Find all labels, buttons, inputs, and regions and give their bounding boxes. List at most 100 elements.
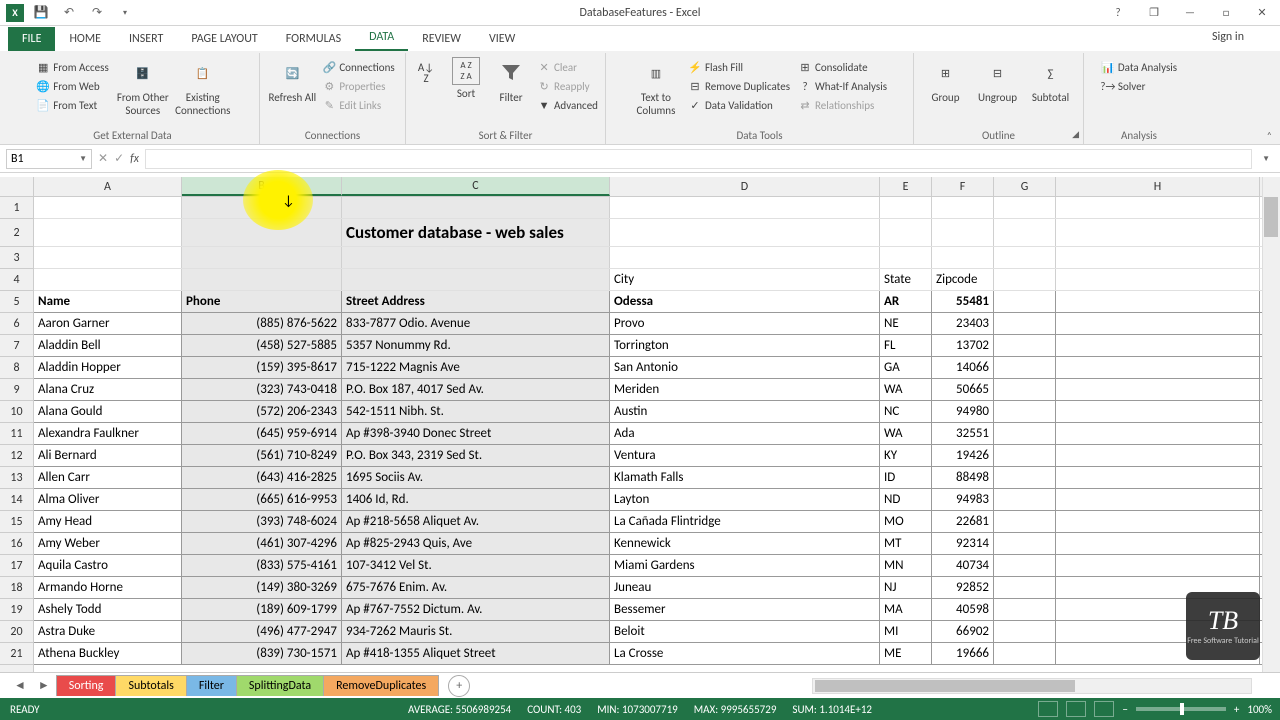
cell[interactable] [994,555,1056,576]
row-header-2[interactable]: 2 [0,219,33,247]
cell[interactable]: 107-3412 Vel St. [342,555,610,576]
tab-view[interactable]: VIEW [475,27,529,51]
cell[interactable] [610,219,880,246]
ribbon-display-icon[interactable]: ❐ [1140,3,1168,23]
row-header-11[interactable]: 11 [0,423,33,445]
cell[interactable] [994,335,1056,356]
cell[interactable]: Ap #767-7552 Dictum. Av. [342,599,610,620]
tab-file[interactable]: FILE [8,27,55,51]
row-header-12[interactable]: 12 [0,445,33,467]
help-icon[interactable]: ? [1104,3,1132,23]
cell[interactable]: Amy Weber [34,533,182,554]
cell[interactable]: Aladdin Hopper [34,357,182,378]
cell[interactable]: Allen Carr [34,467,182,488]
cell[interactable]: Amy Head [34,511,182,532]
cell[interactable]: 94983 [932,489,994,510]
data-validation-button[interactable]: ✓Data Validation [686,97,792,113]
cell[interactable] [1056,445,1260,466]
cell[interactable] [994,511,1056,532]
cell[interactable]: Alana Cruz [34,379,182,400]
cell[interactable]: (458) 527-5885 [182,335,342,356]
zoom-level[interactable]: 100% [1247,703,1272,716]
text-to-columns-button[interactable]: ▥Text to Columns [630,55,682,117]
cell[interactable]: Armando Horne [34,577,182,598]
cell[interactable]: Aladdin Bell [34,335,182,356]
data-analysis-button[interactable]: 📊Data Analysis [1099,59,1179,75]
cell[interactable]: La Cañada Flintridge [610,511,880,532]
cell[interactable]: Ali Bernard [34,445,182,466]
cell[interactable]: (572) 206-2343 [182,401,342,422]
save-icon[interactable]: 💾 [30,2,52,24]
cell[interactable] [182,247,342,268]
cell[interactable] [1056,247,1260,268]
row-header-18[interactable]: 18 [0,577,33,599]
cell[interactable] [182,269,342,290]
cell[interactable]: Meriden [610,379,880,400]
cell[interactable] [1056,197,1260,218]
select-all-button[interactable] [0,177,33,196]
cell[interactable]: (159) 395-8617 [182,357,342,378]
normal-view-button[interactable] [1038,701,1058,717]
cell[interactable]: (561) 710-8249 [182,445,342,466]
vscroll-thumb[interactable] [1264,197,1278,237]
cell[interactable] [1056,555,1260,576]
grid[interactable]: ABCDEFGH Customer database - web salesCi… [34,177,1280,672]
cell[interactable]: (833) 575-4161 [182,555,342,576]
row-header-7[interactable]: 7 [0,335,33,357]
sign-in-link[interactable]: Sign in [1212,30,1244,44]
tab-review[interactable]: REVIEW [408,27,475,51]
cell[interactable] [1056,379,1260,400]
row-header-8[interactable]: 8 [0,357,33,379]
cell[interactable]: 92852 [932,577,994,598]
cell[interactable] [994,533,1056,554]
cell[interactable]: 40734 [932,555,994,576]
row-header-10[interactable]: 10 [0,401,33,423]
group-button[interactable]: ⊞Group [923,55,969,104]
ungroup-button[interactable]: ⊟Ungroup [973,55,1023,104]
cell[interactable] [182,197,342,218]
cell[interactable] [880,219,932,246]
cell[interactable]: (461) 307-4296 [182,533,342,554]
cell[interactable] [880,247,932,268]
zoom-thumb[interactable] [1180,703,1184,715]
cell[interactable] [994,489,1056,510]
cell[interactable]: 55481 [932,291,994,312]
cell[interactable] [34,247,182,268]
cell[interactable] [994,291,1056,312]
add-sheet-button[interactable]: + [448,675,470,697]
cell[interactable]: (149) 380-3269 [182,577,342,598]
from-web-button[interactable]: 🌐From Web [34,78,111,94]
cell[interactable] [994,423,1056,444]
cell[interactable]: NJ [880,577,932,598]
cell[interactable] [994,379,1056,400]
cell[interactable] [1056,401,1260,422]
cell[interactable] [994,269,1056,290]
cell[interactable] [1056,335,1260,356]
col-header-C[interactable]: C [342,177,610,196]
cell[interactable] [610,197,880,218]
cell[interactable]: 92314 [932,533,994,554]
tab-formulas[interactable]: FORMULAS [272,27,355,51]
row-header-1[interactable]: 1 [0,197,33,219]
filter-button[interactable]: Filter [491,55,531,104]
hscroll-thumb[interactable] [815,680,1075,692]
consolidate-button[interactable]: ⊞Consolidate [796,59,889,75]
cell[interactable]: 50665 [932,379,994,400]
cell[interactable]: State [880,269,932,290]
zoom-slider[interactable] [1136,707,1226,711]
row-header-3[interactable]: 3 [0,247,33,269]
row-header-20[interactable]: 20 [0,621,33,643]
sheet-tab-subtotals[interactable]: Subtotals [115,675,186,696]
cell[interactable]: Ap #398-3940 Donec Street [342,423,610,444]
cell[interactable]: 934-7262 Mauris St. [342,621,610,642]
row-header-9[interactable]: 9 [0,379,33,401]
subtotal-button[interactable]: ∑Subtotal [1027,55,1075,104]
cell[interactable]: 5357 Nonummy Rd. [342,335,610,356]
cell[interactable]: MO [880,511,932,532]
cell[interactable]: Astra Duke [34,621,182,642]
close-button[interactable]: ✕ [1248,3,1276,23]
clear-button[interactable]: ✕Clear [535,59,600,75]
cell[interactable]: Miami Gardens [610,555,880,576]
cell[interactable]: Zipcode [932,269,994,290]
cell[interactable]: MA [880,599,932,620]
